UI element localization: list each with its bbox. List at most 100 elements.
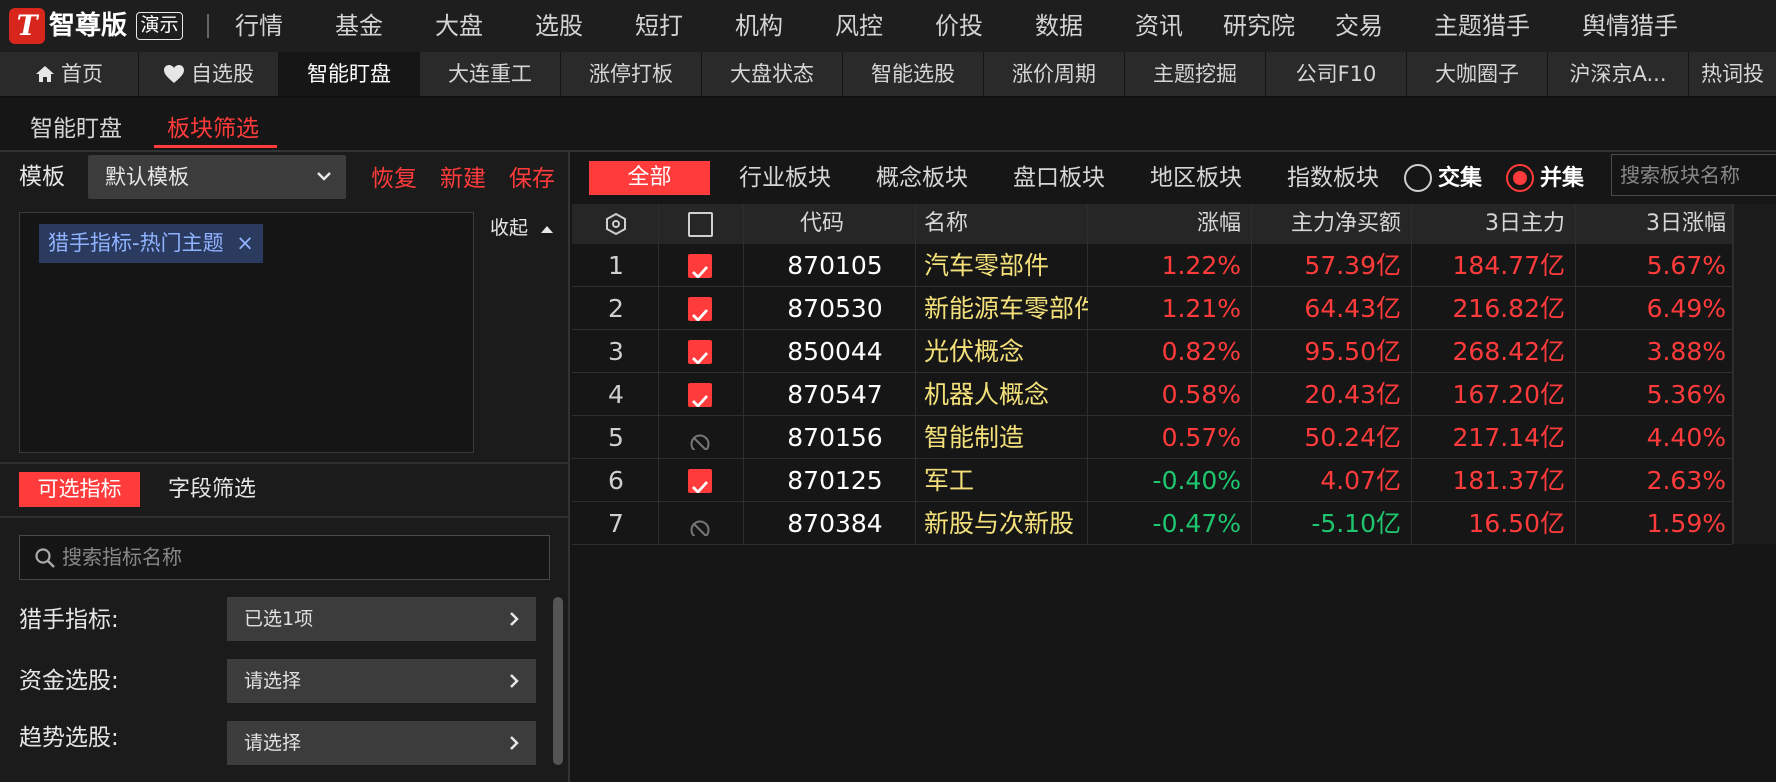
tab-label: 大连重工 xyxy=(448,62,532,86)
category-industry[interactable]: 行业板块 xyxy=(739,163,831,193)
header-change[interactable]: 涨幅 xyxy=(1088,204,1251,244)
new-button[interactable]: 新建 xyxy=(440,164,486,194)
row-checkbox[interactable] xyxy=(688,340,712,364)
menu-item[interactable]: 价投 xyxy=(935,8,983,44)
tab-item[interactable]: 智能选股 xyxy=(843,52,984,96)
sector-name[interactable]: 智能制造 xyxy=(916,416,1088,459)
table-row[interactable]: 7 870384 新股与次新股 -0.47% -5.10亿 16.50亿 1.59% xyxy=(572,502,1732,545)
row-checkbox[interactable] xyxy=(688,512,712,536)
3d-main-amount: 268.42亿 xyxy=(1452,337,1565,366)
tab-home[interactable]: 首页 xyxy=(0,52,139,96)
left-scrollbar[interactable] xyxy=(553,597,563,765)
tab-item[interactable]: 涨停打板 xyxy=(561,52,702,96)
template-select[interactable]: 默认模板 xyxy=(88,155,346,199)
table-row[interactable]: 5 870156 智能制造 0.57% 50.24亿 217.14亿 4.40% xyxy=(572,416,1732,459)
menu-item[interactable]: 基金 xyxy=(335,8,383,44)
template-label: 模板 xyxy=(19,164,65,190)
table-scroll-area[interactable] xyxy=(1733,204,1776,544)
tab-label: 大盘状态 xyxy=(730,62,814,86)
table-row[interactable]: 1 870105 汽车零部件 1.22% 57.39亿 184.77亿 5.67% xyxy=(572,244,1732,287)
category-region[interactable]: 地区板块 xyxy=(1150,163,1242,193)
menu-item[interactable]: 行情 xyxy=(235,8,283,44)
tab-label: 涨价周期 xyxy=(1012,62,1096,86)
sector-name[interactable]: 机器人概念 xyxy=(916,373,1088,416)
hunter-indicator-select[interactable]: 已选1项 xyxy=(227,597,536,641)
sector-name[interactable]: 军工 xyxy=(916,459,1088,502)
header-net-buy[interactable]: 主力净买额 xyxy=(1252,204,1411,244)
menu-item[interactable]: 短打 xyxy=(635,8,683,44)
tab-item[interactable]: 大咖圈子 xyxy=(1407,52,1548,96)
header-code[interactable]: 代码 xyxy=(800,204,844,244)
menu-item[interactable]: 风控 xyxy=(835,8,883,44)
tab-item[interactable]: 公司F10 xyxy=(1266,52,1407,96)
table-row[interactable]: 6 870125 军工 -0.40% 4.07亿 181.37亿 2.63% xyxy=(572,459,1732,502)
net-buy-amount: -5.10亿 xyxy=(1311,509,1401,538)
tab-item[interactable]: 涨价周期 xyxy=(984,52,1125,96)
sector-name[interactable]: 汽车零部件 xyxy=(916,244,1088,287)
tab-available-indicators[interactable]: 可选指标 xyxy=(19,472,140,507)
tab-watchlist[interactable]: 自选股 xyxy=(139,52,279,96)
union-radio[interactable] xyxy=(1506,164,1534,192)
category-board[interactable]: 盘口板块 xyxy=(1013,163,1105,193)
tab-field-filter[interactable]: 字段筛选 xyxy=(168,475,256,505)
intersect-radio[interactable] xyxy=(1404,164,1432,192)
tab-item[interactable]: 大盘状态 xyxy=(702,52,843,96)
table-header: 代码 名称 涨幅 主力净买额 3日主力 3日涨幅 xyxy=(572,204,1776,244)
category-index[interactable]: 指数板块 xyxy=(1287,163,1379,193)
tag-close-icon[interactable]: × xyxy=(236,231,254,255)
tab-smart-monitor[interactable]: 智能盯盘 xyxy=(279,52,420,96)
sector-name[interactable]: 光伏概念 xyxy=(916,330,1088,373)
tab-item[interactable]: 沪深京A... xyxy=(1548,52,1689,96)
app-window: T 智尊版 演示 行情 基金 大盘 选股 短打 机构 风控 价投 数据 资讯 研… xyxy=(0,0,1776,782)
row-index: 2 xyxy=(608,294,624,323)
menu-item[interactable]: 大盘 xyxy=(435,8,483,44)
restore-button[interactable]: 恢复 xyxy=(371,164,417,194)
subtab-sector-filter[interactable]: 板块筛选 xyxy=(167,111,259,147)
row-checkbox[interactable] xyxy=(688,426,712,450)
tab-item[interactable]: 主题挖掘 xyxy=(1125,52,1266,96)
menu-item[interactable]: 机构 xyxy=(735,8,783,44)
row-checkbox[interactable] xyxy=(688,383,712,407)
sector-search-input[interactable]: 搜索板块名称 xyxy=(1611,154,1776,196)
union-label: 并集 xyxy=(1540,166,1585,191)
change-pct: 0.82% xyxy=(1161,337,1241,366)
header-3d-change[interactable]: 3日涨幅 xyxy=(1576,204,1736,244)
row-checkbox[interactable] xyxy=(688,254,712,278)
menu-item[interactable]: 研究院 xyxy=(1223,8,1295,44)
subtab-smart-monitor[interactable]: 智能盯盘 xyxy=(30,111,122,147)
trend-select[interactable]: 请选择 xyxy=(227,721,536,765)
settings-hex-icon[interactable] xyxy=(604,212,628,236)
header-name[interactable]: 名称 xyxy=(916,204,968,244)
category-all-button[interactable]: 全部 xyxy=(589,161,710,195)
header-3d-main[interactable]: 3日主力 xyxy=(1412,204,1575,244)
select-all-checkbox[interactable] xyxy=(688,212,713,237)
tab-item[interactable]: 大连重工 xyxy=(420,52,561,96)
menu-item[interactable]: 数据 xyxy=(1035,8,1083,44)
tab-bar: 首页 自选股 智能盯盘 大连重工 涨停打板 大盘状态 智能选股 涨价周期 主题挖… xyxy=(0,52,1776,98)
funds-select[interactable]: 请选择 xyxy=(227,659,536,703)
collapse-label: 收起 xyxy=(490,217,529,239)
menu-item[interactable]: 舆情猎手 xyxy=(1582,8,1678,44)
template-select-value: 默认模板 xyxy=(105,165,189,189)
row-index: 6 xyxy=(608,466,624,495)
category-concept[interactable]: 概念板块 xyxy=(876,163,968,193)
table-row[interactable]: 4 870547 机器人概念 0.58% 20.43亿 167.20亿 5.36% xyxy=(572,373,1732,416)
table-row[interactable]: 2 870530 新能源车零部件 1.21% 64.43亿 216.82亿 6.49% xyxy=(572,287,1732,330)
row-checkbox[interactable] xyxy=(688,469,712,493)
sector-name[interactable]: 新股与次新股 xyxy=(916,502,1088,545)
menu-item[interactable]: 选股 xyxy=(535,8,583,44)
sector-name[interactable]: 新能源车零部件 xyxy=(916,287,1088,330)
row-index: 7 xyxy=(608,509,624,538)
chevron-right-icon xyxy=(510,612,519,626)
row-checked-icon xyxy=(688,340,712,364)
menu-item[interactable]: 交易 xyxy=(1335,8,1383,44)
sector-code: 870156 xyxy=(787,423,883,452)
save-button[interactable]: 保存 xyxy=(509,164,555,194)
collapse-button[interactable]: 收起 xyxy=(490,215,554,241)
menu-item[interactable]: 主题猎手 xyxy=(1434,8,1530,44)
menu-item[interactable]: 资讯 xyxy=(1135,8,1183,44)
tab-item[interactable]: 热词投 xyxy=(1689,52,1776,96)
indicator-search-input[interactable]: 搜索指标名称 xyxy=(19,535,550,580)
table-row[interactable]: 3 850044 光伏概念 0.82% 95.50亿 268.42亿 3.88% xyxy=(572,330,1732,373)
row-checkbox[interactable] xyxy=(688,297,712,321)
